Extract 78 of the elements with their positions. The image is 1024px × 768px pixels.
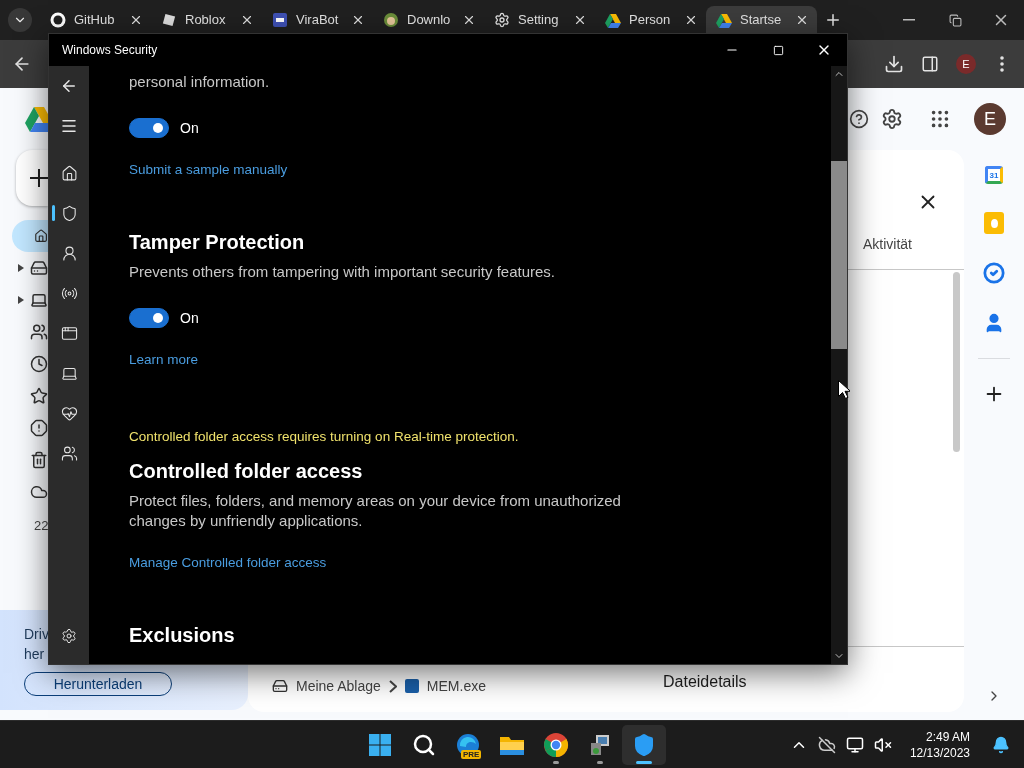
section-heading: Controlled folder access bbox=[129, 459, 364, 484]
warning-text: Controlled folder access requires turning on Real-time protection. bbox=[129, 428, 520, 446]
tab-search-button[interactable] bbox=[8, 8, 32, 32]
browser-tab[interactable]: Roblox bbox=[151, 6, 262, 33]
browser-tab[interactable]: Downlo bbox=[373, 6, 484, 33]
window-title: Windows Security bbox=[62, 43, 158, 57]
promo-text: Driv bbox=[24, 625, 49, 644]
file-icon bbox=[404, 679, 419, 693]
chrome-logo-icon bbox=[543, 731, 569, 758]
link[interactable]: Learn more bbox=[129, 350, 199, 370]
cloud-icon[interactable] bbox=[817, 735, 836, 754]
trash-icon bbox=[30, 451, 48, 469]
settings-icon bbox=[881, 108, 903, 130]
description-text: Prevents others from tampering with important security features. bbox=[129, 262, 556, 282]
network-icon[interactable] bbox=[845, 735, 864, 754]
notification-icon[interactable] bbox=[992, 735, 1010, 754]
toggle-label: On bbox=[180, 120, 199, 136]
link[interactable]: Manage Controlled folder access bbox=[129, 553, 327, 573]
profile-button[interactable]: E bbox=[950, 48, 982, 80]
browser-tab[interactable]: ViraBot bbox=[262, 6, 373, 33]
section-heading: Tamper Protection bbox=[129, 230, 306, 255]
shield-icon bbox=[60, 204, 78, 222]
scrollbar-thumb[interactable] bbox=[953, 272, 960, 452]
section-heading: Exclusions bbox=[129, 623, 236, 648]
side-panel-icon bbox=[921, 55, 939, 73]
windows-logo-icon bbox=[368, 732, 392, 757]
check-circle-icon[interactable] bbox=[983, 262, 1005, 284]
app-badge: PRE bbox=[461, 749, 482, 759]
section-title: Dateidetails bbox=[663, 673, 747, 690]
link[interactable]: Submit a sample manually bbox=[129, 160, 288, 180]
toggle-label: On bbox=[180, 310, 199, 326]
breadcrumb-item[interactable]: MEM.exe bbox=[404, 678, 486, 694]
speaker-icon[interactable] bbox=[873, 735, 892, 754]
download-icon bbox=[884, 54, 904, 74]
browser-tab[interactable]: Startse bbox=[706, 6, 817, 33]
description-text: personal information. bbox=[129, 72, 271, 92]
people-icon bbox=[60, 444, 78, 462]
taskbar-app[interactable] bbox=[622, 724, 666, 765]
gear-icon bbox=[494, 11, 510, 28]
app-window-icon bbox=[60, 324, 78, 342]
caret-icon bbox=[18, 264, 24, 272]
drive-icon bbox=[272, 678, 288, 694]
triangle-logo-icon bbox=[605, 11, 621, 28]
minimize-icon bbox=[903, 19, 915, 21]
new-button[interactable] bbox=[16, 150, 48, 206]
description-text: Protect files, folders, and memory areas on your device from unauthorized changes by unfriendly applications. bbox=[129, 491, 622, 531]
clock[interactable]: 2:49 AM 12/13/2023 bbox=[909, 728, 970, 761]
breadcrumb-item[interactable]: Meine Ablage bbox=[272, 678, 381, 694]
heart-pulse-icon bbox=[60, 404, 78, 422]
browser-tab[interactable]: GitHub bbox=[40, 6, 151, 33]
home-icon bbox=[60, 164, 78, 182]
toggle-switch[interactable] bbox=[129, 118, 169, 138]
toggle-switch[interactable] bbox=[129, 308, 169, 328]
promo-text: her bbox=[24, 645, 45, 664]
nav-item[interactable] bbox=[12, 220, 48, 252]
maximize-icon bbox=[772, 44, 784, 56]
chevron-icon bbox=[388, 679, 397, 693]
storage-text: 22 bbox=[34, 518, 49, 533]
scrollbar-thumb[interactable] bbox=[831, 161, 847, 349]
person-icon bbox=[60, 244, 78, 262]
apps-icon bbox=[929, 108, 951, 130]
browser-tab[interactable]: Setting bbox=[484, 6, 595, 33]
taskbar-app[interactable]: PRE bbox=[446, 724, 490, 765]
menu-icon bbox=[60, 117, 78, 135]
settings-icon bbox=[61, 628, 77, 644]
calendar-icon[interactable]: 31 bbox=[985, 166, 1003, 184]
browser-tab[interactable]: Person bbox=[595, 6, 706, 33]
account-avatar[interactable]: E bbox=[974, 103, 1006, 135]
shield-icon bbox=[632, 732, 656, 757]
details-tab[interactable]: Aktivität bbox=[863, 235, 912, 252]
more-icon bbox=[1000, 56, 1004, 72]
help-icon[interactable] bbox=[849, 109, 869, 129]
restore-icon bbox=[948, 13, 962, 27]
installer-icon bbox=[588, 732, 612, 757]
caret-icon bbox=[18, 296, 24, 304]
search-icon bbox=[412, 732, 436, 757]
triangle-logo-icon bbox=[716, 11, 732, 28]
bot-logo-icon bbox=[272, 11, 288, 28]
